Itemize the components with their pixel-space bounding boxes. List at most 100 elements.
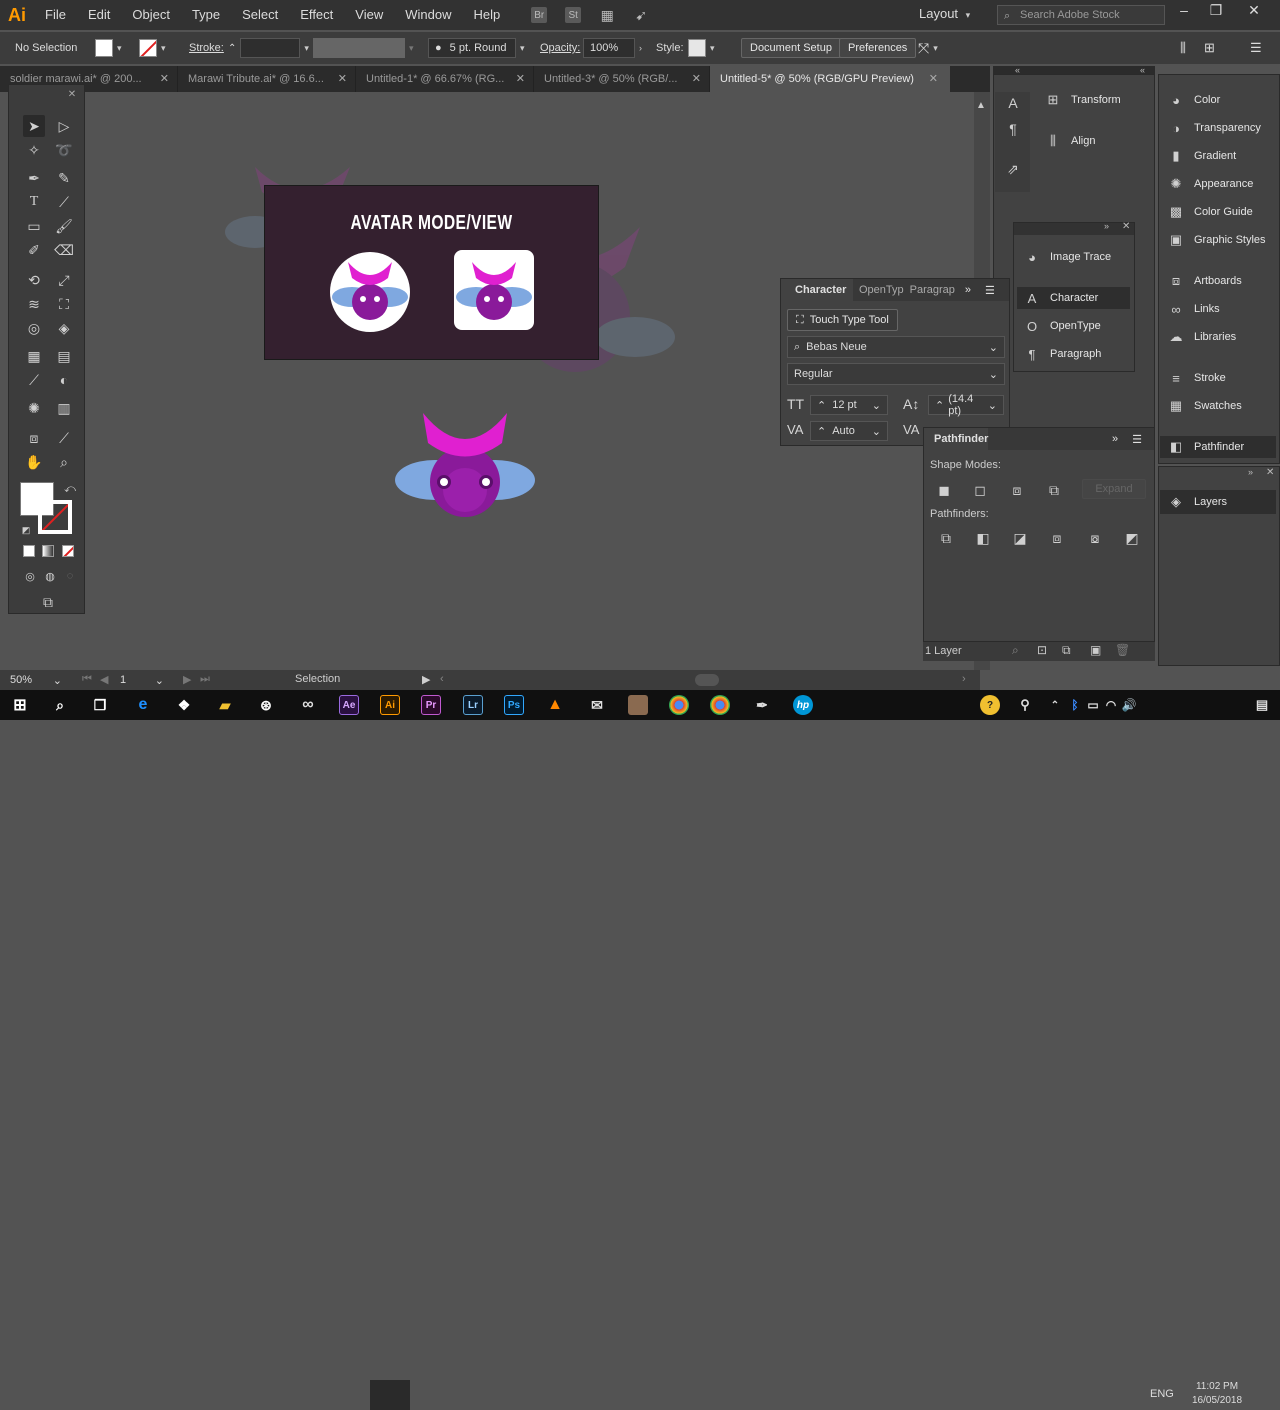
last-artboard-icon[interactable]: ⏭ bbox=[200, 673, 210, 686]
people-icon[interactable]: ⚲ bbox=[1015, 695, 1035, 715]
panel-item-gradient[interactable]: ▮ Gradient bbox=[1166, 147, 1236, 165]
tab-opentype[interactable]: OpenTyp bbox=[853, 284, 904, 296]
menu-help[interactable]: Help bbox=[462, 0, 511, 30]
panel-item-links[interactable]: ∞ Links bbox=[1166, 300, 1219, 318]
paragraph-icon[interactable]: ¶ bbox=[1002, 118, 1024, 140]
type-frame-icon[interactable]: A bbox=[1002, 92, 1024, 114]
exclude-icon[interactable]: ⧉ bbox=[1043, 479, 1065, 501]
system-clock[interactable]: 11:02 PM 16/05/2018 bbox=[1192, 1380, 1242, 1408]
close-icon[interactable]: ✕ bbox=[160, 66, 169, 92]
panel-item-color[interactable]: ◕ Color bbox=[1166, 91, 1220, 109]
outline-icon[interactable]: ⧇ bbox=[1084, 527, 1106, 549]
chevron-down-icon[interactable]: ▾ bbox=[117, 43, 122, 54]
collapse-icon[interactable]: » bbox=[1104, 221, 1109, 231]
tab-character[interactable]: Character bbox=[781, 279, 853, 301]
lightroom-icon[interactable]: Lr bbox=[463, 695, 483, 715]
menu-select[interactable]: Select bbox=[231, 0, 289, 30]
close-icon[interactable]: ✕ bbox=[1122, 221, 1130, 232]
menu-edit[interactable]: Edit bbox=[77, 0, 121, 30]
new-layer-icon[interactable]: ▣ bbox=[1090, 643, 1101, 657]
bluetooth-icon[interactable]: ᛒ bbox=[1065, 695, 1085, 715]
panel-item-align[interactable]: ⫼ Align bbox=[1043, 132, 1095, 150]
chevron-down-icon[interactable]: ▾ bbox=[161, 43, 166, 54]
scroll-right-icon[interactable]: › bbox=[962, 673, 966, 685]
status-menu-icon[interactable]: ▶ bbox=[422, 673, 430, 686]
search-icon[interactable]: ⌕ bbox=[50, 695, 70, 715]
expand-icon[interactable]: » bbox=[965, 284, 971, 296]
horizontal-scrollbar-thumb[interactable] bbox=[695, 674, 719, 686]
variable-width-profile[interactable] bbox=[313, 38, 405, 58]
leading-field[interactable]: ⌃ (14.4 pt) ⌄ bbox=[928, 393, 1004, 417]
menu-window[interactable]: Window bbox=[394, 0, 462, 30]
panel-item-opentype[interactable]: O OpenType bbox=[1022, 317, 1101, 335]
intersect-icon[interactable]: ⧈ bbox=[1006, 479, 1028, 501]
volume-icon[interactable]: 🔊 bbox=[1119, 695, 1139, 715]
notifications-icon[interactable]: ▤ bbox=[1252, 695, 1272, 715]
help-icon[interactable]: ? bbox=[980, 695, 1000, 715]
wifi-icon[interactable]: ◠ bbox=[1101, 695, 1121, 715]
opacity-field[interactable]: 100% bbox=[583, 38, 635, 58]
minus-front-icon[interactable]: ◻ bbox=[969, 479, 991, 501]
bridge-icon[interactable]: Br bbox=[531, 7, 548, 23]
close-icon[interactable]: ✕ bbox=[516, 66, 525, 92]
control-menu-icon[interactable]: ☰ bbox=[1250, 32, 1262, 64]
panel-item-transparency[interactable]: ◑ Transparency bbox=[1166, 119, 1261, 137]
chevron-right-icon[interactable]: › bbox=[639, 43, 642, 53]
gpu-performance-icon[interactable]: ➹ bbox=[633, 7, 649, 23]
photoshop-icon[interactable]: Ps bbox=[504, 695, 524, 715]
menu-file[interactable]: File bbox=[34, 0, 77, 30]
chrome-icon[interactable] bbox=[669, 695, 689, 715]
panel-item-graphic-styles[interactable]: ▣ Graphic Styles bbox=[1166, 231, 1266, 249]
after-effects-icon[interactable]: Ae bbox=[339, 695, 359, 715]
stroke-swatch[interactable] bbox=[139, 39, 157, 57]
minus-back-icon[interactable]: ◩ bbox=[1121, 527, 1143, 549]
stepper-icon[interactable]: ⌃ bbox=[228, 43, 236, 54]
menu-view[interactable]: View bbox=[344, 0, 394, 30]
stock-icon[interactable]: St bbox=[565, 7, 582, 23]
panel-item-libraries[interactable]: ☁ Libraries bbox=[1166, 328, 1237, 346]
first-artboard-icon[interactable]: ⏮ bbox=[82, 673, 92, 686]
search-icon[interactable]: ⌕ bbox=[1012, 643, 1019, 658]
battery-icon[interactable]: ▭ bbox=[1083, 695, 1103, 715]
windows-start-icon[interactable]: ⊞ bbox=[10, 695, 30, 715]
expand-icon[interactable]: » bbox=[1112, 433, 1118, 445]
collapse-icon[interactable]: « bbox=[1015, 65, 1020, 75]
hp-icon[interactable]: hp bbox=[793, 695, 813, 715]
panel-item-layers[interactable]: ◈ Layers bbox=[1166, 493, 1227, 511]
panel-item-paragraph[interactable]: ¶ Paragraph bbox=[1022, 345, 1102, 363]
workspace-switcher[interactable]: Layout ▾ bbox=[919, 6, 970, 21]
tab-document-active[interactable]: Untitled-5* @ 50% (RGB/GPU Preview) ✕ bbox=[710, 66, 950, 92]
store-icon[interactable]: ⊛ bbox=[256, 695, 276, 715]
vlc-icon[interactable]: ▲ bbox=[545, 695, 565, 715]
close-icon[interactable]: ✕ bbox=[929, 66, 938, 92]
align-icon[interactable]: ⫼ bbox=[1180, 32, 1186, 64]
chrome-icon[interactable] bbox=[710, 695, 730, 715]
task-view-icon[interactable]: ❐ bbox=[90, 695, 110, 715]
tab-paragraph[interactable]: Paragrap bbox=[904, 284, 955, 296]
previous-artboard-icon[interactable]: ◀ bbox=[100, 673, 108, 686]
avatar-circle-preview[interactable] bbox=[330, 252, 410, 332]
premiere-icon[interactable]: Pr bbox=[421, 695, 441, 715]
transform-icon[interactable]: ⊞ bbox=[1204, 32, 1215, 64]
minimize-icon[interactable]: – bbox=[1170, 2, 1198, 20]
input-language[interactable]: ENG bbox=[1150, 1388, 1174, 1400]
panel-menu-icon[interactable]: ☰ bbox=[1132, 433, 1142, 446]
mail-icon[interactable]: ✉ bbox=[587, 695, 607, 715]
make-clipping-mask-icon[interactable]: ⧉ bbox=[1062, 643, 1071, 658]
document-setup-button[interactable]: Document Setup bbox=[741, 38, 841, 58]
dropbox-icon[interactable]: ❖ bbox=[174, 695, 194, 715]
panel-item-pathfinder[interactable]: ◧ Pathfinder bbox=[1166, 438, 1244, 456]
close-icon[interactable]: ✕ bbox=[1266, 467, 1274, 478]
zoom-select[interactable]: 50% ⌄ bbox=[4, 672, 68, 688]
export-icon[interactable]: ⊡ bbox=[1037, 643, 1047, 657]
divide-icon[interactable]: ⧉ bbox=[935, 527, 957, 549]
collapse-icon[interactable]: » bbox=[1248, 467, 1253, 477]
graphic-style-swatch[interactable] bbox=[688, 39, 706, 57]
avatar-square-preview[interactable] bbox=[454, 250, 534, 330]
user-app-icon[interactable] bbox=[628, 695, 648, 715]
panel-menu-icon[interactable]: ☰ bbox=[985, 284, 995, 297]
font-size-field[interactable]: ⌃ 12 pt ⌄ bbox=[810, 395, 888, 415]
export-icon[interactable]: ⇗ bbox=[1002, 158, 1024, 180]
touch-type-tool-button[interactable]: ⛶ Touch Type Tool bbox=[787, 309, 898, 331]
chevron-down-icon[interactable]: ▾ bbox=[409, 43, 414, 54]
